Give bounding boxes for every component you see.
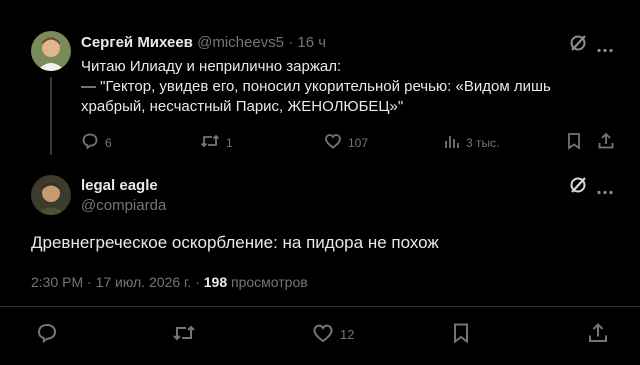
bookmark-icon <box>566 132 582 153</box>
tweet-1-header: Сергей Михеев @micheevs5 · 16 ч <box>81 33 326 53</box>
author-name[interactable]: legal eagle <box>81 177 158 194</box>
views-count: 3 тыс. <box>466 135 500 150</box>
text-line: Читаю Илиаду и неприлично заржал: <box>81 58 342 75</box>
reply-button[interactable] <box>36 322 58 347</box>
retweet-button[interactable]: 1 <box>200 132 233 153</box>
reply-bubble-icon <box>81 132 99 153</box>
text-line: храбрый, несчастный Парис, ЖЕНОЛЮБЕЦ»" <box>81 98 404 115</box>
tweet-2-meta: 2:30 PM · 17 июл. 2026 г. · 198 просмотр… <box>31 274 308 290</box>
share-upload-icon <box>587 322 609 347</box>
analytics-bars-icon <box>444 132 460 153</box>
reply-bubble-icon <box>36 322 58 347</box>
retweet-icon <box>172 322 196 347</box>
grok-icon[interactable] <box>568 33 588 58</box>
share-upload-icon <box>597 132 615 153</box>
more-icon[interactable] <box>597 40 613 58</box>
tweet-1-text: Читаю Илиаду и неприлично заржал: — "Гек… <box>81 57 601 117</box>
like-count: 107 <box>348 135 369 150</box>
grok-icon[interactable] <box>568 175 588 200</box>
text-line: — "Гектор, увидев его, поносил укоритель… <box>81 78 551 95</box>
retweet-icon <box>200 132 220 153</box>
bookmark-button[interactable] <box>451 322 471 347</box>
bookmark-button[interactable] <box>566 132 582 153</box>
heart-icon <box>312 322 334 347</box>
share-button[interactable] <box>587 322 609 347</box>
author-handle[interactable]: @compiarda <box>81 197 166 214</box>
views-label: просмотров <box>227 274 308 290</box>
retweet-button[interactable] <box>172 322 196 347</box>
separator-dot: · <box>288 34 294 51</box>
reply-count: 6 <box>105 135 112 150</box>
like-button[interactable]: 107 <box>324 132 368 153</box>
thread-line <box>50 77 52 155</box>
retweet-count: 1 <box>226 135 233 150</box>
divider <box>0 306 640 307</box>
bookmark-icon <box>451 322 471 347</box>
author-handle[interactable]: @micheevs5 <box>197 34 284 51</box>
avatar-sergey[interactable] <box>31 31 71 71</box>
more-icon[interactable] <box>597 182 613 200</box>
like-count: 12 <box>340 327 355 342</box>
tweet-2-text: Древнегреческое оскорбление: на пидора н… <box>31 233 439 252</box>
post-time[interactable]: 16 ч <box>297 34 326 51</box>
avatar-legal-eagle[interactable] <box>31 175 71 215</box>
reply-button[interactable]: 6 <box>81 132 112 153</box>
author-name[interactable]: Сергей Михеев <box>81 34 193 51</box>
share-button[interactable] <box>597 132 615 153</box>
like-button[interactable]: 12 <box>312 322 354 347</box>
timestamp[interactable]: 2:30 PM · 17 июл. 2026 г. · <box>31 274 204 290</box>
views-count: 198 <box>203 274 228 290</box>
heart-icon <box>324 132 342 153</box>
views-button[interactable]: 3 тыс. <box>444 132 499 153</box>
